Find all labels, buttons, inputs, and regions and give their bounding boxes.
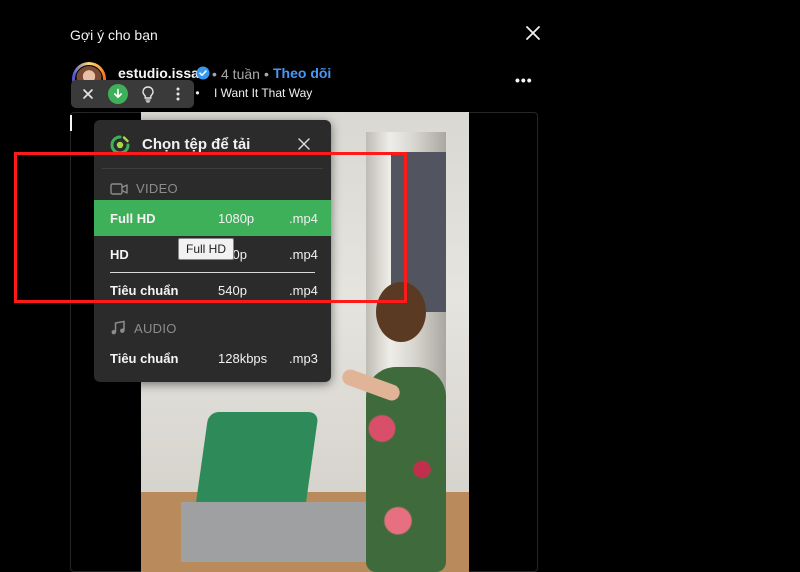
follow-button[interactable]: Theo dõi — [273, 65, 331, 81]
lightbulb-icon — [142, 86, 154, 103]
toolbar-more-button[interactable] — [163, 80, 193, 108]
downloader-toolbar — [71, 80, 194, 108]
format-name: Tiêu chuẩn — [110, 351, 179, 366]
close-icon — [83, 89, 93, 99]
audio-section-header: AUDIO — [110, 320, 177, 336]
vertical-dots-icon — [176, 87, 180, 101]
toolbar-bulb-button[interactable] — [133, 80, 163, 108]
close-panel-button[interactable] — [524, 24, 542, 42]
post-time[interactable]: 4 tuần — [221, 66, 260, 82]
close-icon — [526, 26, 540, 40]
popup-close-button[interactable] — [297, 137, 311, 151]
popup-title: Chọn tệp để tải — [142, 136, 251, 153]
download-icon — [108, 84, 128, 104]
format-resolution: 128kbps — [218, 351, 268, 366]
format-extension: .mp3 — [289, 351, 318, 366]
meta-separator: • — [264, 66, 269, 82]
format-option-standard-audio[interactable]: Tiêu chuẩn 128kbps .mp3 — [94, 340, 331, 376]
meta-separator: • — [212, 66, 217, 82]
toolbar-close-button[interactable] — [73, 80, 103, 108]
music-separator: • — [195, 86, 200, 100]
close-icon — [298, 138, 310, 150]
audio-section-label: AUDIO — [134, 320, 177, 336]
text-cursor — [70, 115, 72, 131]
highlight-box — [14, 152, 407, 303]
music-note-icon — [111, 320, 125, 335]
toolbar-download-button[interactable] — [103, 80, 133, 108]
song-title[interactable]: I Want It That Way — [214, 86, 312, 100]
panel-title: Gợi ý cho bạn — [70, 27, 158, 43]
more-options-button[interactable]: ••• — [515, 72, 533, 88]
verified-badge-icon — [196, 66, 210, 80]
post-username[interactable]: estudio.issa — [118, 65, 199, 81]
